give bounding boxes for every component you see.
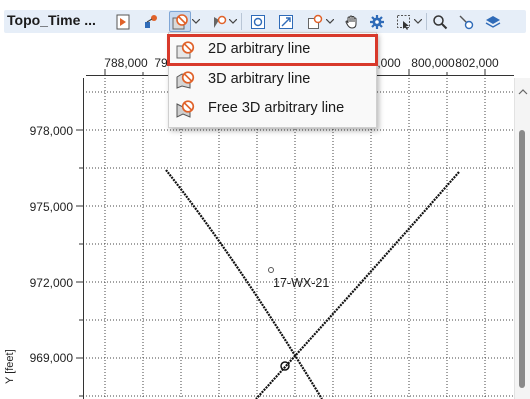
x-tick-label: 788,000: [104, 56, 148, 70]
y-axis-title: Y [feet]: [4, 349, 16, 384]
arbitrary-line-2d-icon: [176, 41, 196, 64]
search-magnifier-icon[interactable]: [430, 12, 450, 31]
x-tick-label: 79: [154, 56, 168, 70]
polygon-tool-icon[interactable]: [305, 12, 325, 31]
y-tick-label: 975,000: [29, 200, 73, 214]
vertical-scrollbar[interactable]: [514, 78, 530, 399]
zoom-extent-icon[interactable]: [248, 12, 268, 31]
y-tick-label: 969,000: [29, 351, 73, 365]
settings-gear-icon[interactable]: [367, 12, 387, 31]
well-path-icon[interactable]: [141, 12, 161, 31]
y-tick-label: 972,000: [29, 276, 73, 290]
menu-item-label: 2D arbitrary line: [208, 41, 311, 57]
chevron-down-icon[interactable]: [191, 12, 200, 31]
select-region-icon[interactable]: [276, 12, 296, 31]
x-tick-label: 800,000: [411, 56, 455, 70]
pick-tool-icon[interactable]: [209, 12, 229, 31]
toolbar-separator: [241, 13, 242, 30]
line-intersection-marker: [280, 361, 290, 371]
chevron-down-icon[interactable]: [228, 12, 237, 31]
window-title[interactable]: Topo_Time ...: [7, 12, 96, 28]
scroll-up-arrow-icon[interactable]: [518, 82, 528, 100]
well-label[interactable]: 17-WX-21: [273, 276, 329, 290]
layers-icon[interactable]: [483, 12, 503, 31]
well-marker: [268, 267, 274, 273]
toolbar-separator: [426, 13, 427, 30]
arbitrary-line-icon[interactable]: [169, 11, 191, 32]
y-tick-label: 978,000: [29, 124, 73, 138]
hand-pan-icon[interactable]: [342, 12, 362, 31]
x-tick-label: 802,000: [455, 56, 499, 70]
arbitrary-line-3d-icon: [176, 71, 196, 94]
selection-box-icon[interactable]: [394, 12, 414, 31]
picker-tool-icon[interactable]: [456, 12, 476, 31]
chevron-down-icon[interactable]: [413, 12, 422, 31]
free-arbitrary-line-3d-icon: [176, 100, 196, 123]
x-tick-label: ,000: [377, 56, 401, 70]
scroll-thumb[interactable]: [519, 130, 525, 388]
menu-item-2d-arbitrary-line[interactable]: 2D arbitrary line: [167, 34, 378, 66]
color-bar-icon[interactable]: [113, 12, 133, 31]
menu-item-label: 3D arbitrary line: [208, 71, 311, 87]
arbitrary-line-dropdown-menu: 2D arbitrary line 3D arbitrary line Free…: [167, 32, 378, 128]
chevron-down-icon[interactable]: [325, 12, 334, 31]
menu-item-label: Free 3D arbitrary line: [208, 100, 345, 116]
menu-item-3d-arbitrary-line[interactable]: 3D arbitrary line: [169, 66, 376, 94]
menu-item-free-3d-arbitrary-line[interactable]: Free 3D arbitrary line: [169, 95, 376, 123]
